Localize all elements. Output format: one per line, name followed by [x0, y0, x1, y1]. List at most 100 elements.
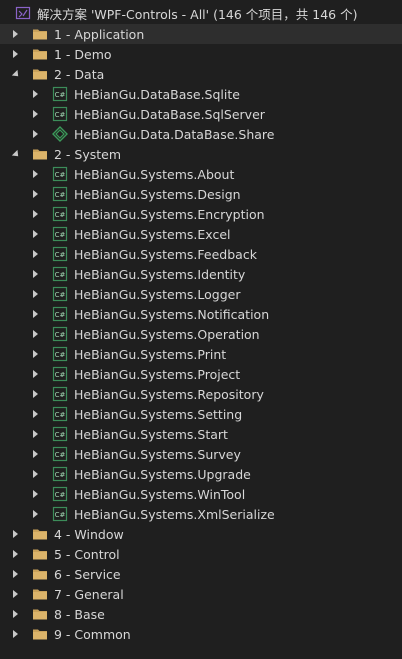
tree-project-node[interactable]: C# HeBianGu.Systems.Excel — [0, 224, 402, 244]
tree-project-node[interactable]: C# HeBianGu.Systems.Logger — [0, 284, 402, 304]
expand-arrow-right-icon[interactable] — [28, 164, 42, 184]
folder-icon — [32, 586, 48, 602]
expand-arrow-right-icon[interactable] — [28, 204, 42, 224]
tree-project-node[interactable]: C# HeBianGu.Systems.Survey — [0, 444, 402, 464]
tree-folder-node[interactable]: 8 - Base — [0, 604, 402, 624]
expand-arrow-down-icon[interactable] — [8, 144, 22, 164]
tree-node-label: 4 - Window — [54, 526, 124, 542]
tree-folder-node[interactable]: 1 - Application — [0, 24, 402, 44]
tree-folder-node[interactable]: 6 - Service — [0, 564, 402, 584]
tree-node-label: HeBianGu.Systems.Print — [74, 346, 227, 362]
tree-project-node[interactable]: C# HeBianGu.Systems.Design — [0, 184, 402, 204]
svg-text:C#: C# — [55, 171, 66, 179]
tree-node-label: 8 - Base — [54, 606, 105, 622]
tree-project-node[interactable]: HeBianGu.Data.DataBase.Share — [0, 124, 402, 144]
expand-arrow-right-icon[interactable] — [8, 44, 22, 64]
tree-project-node[interactable]: C# HeBianGu.Systems.Upgrade — [0, 464, 402, 484]
expand-arrow-right-icon[interactable] — [28, 124, 42, 144]
tree-node-label: HeBianGu.Systems.Repository — [74, 386, 264, 402]
tree-project-node[interactable]: C# HeBianGu.DataBase.Sqlite — [0, 84, 402, 104]
expand-arrow-right-icon[interactable] — [8, 584, 22, 604]
tree-project-node[interactable]: C# HeBianGu.DataBase.SqlServer — [0, 104, 402, 124]
expand-arrow-right-icon[interactable] — [28, 504, 42, 524]
svg-text:C#: C# — [55, 291, 66, 299]
tree-folder-node[interactable]: 2 - System — [0, 144, 402, 164]
expand-arrow-right-icon[interactable] — [28, 404, 42, 424]
expand-arrow-right-icon[interactable] — [8, 624, 22, 644]
expand-arrow-down-icon[interactable] — [8, 64, 22, 84]
csharp-project-icon: C# — [52, 406, 68, 422]
tree-folder-node[interactable]: 4 - Window — [0, 524, 402, 544]
tree-project-node[interactable]: C# HeBianGu.Systems.WinTool — [0, 484, 402, 504]
tree-project-node[interactable]: C# HeBianGu.Systems.Notification — [0, 304, 402, 324]
csharp-project-icon: C# — [52, 366, 68, 382]
expand-arrow-right-icon[interactable] — [28, 244, 42, 264]
csharp-project-icon: C# — [52, 346, 68, 362]
svg-text:C#: C# — [55, 511, 66, 519]
expand-arrow-right-icon[interactable] — [8, 24, 22, 44]
expand-arrow-right-icon[interactable] — [28, 484, 42, 504]
folder-icon — [32, 26, 48, 42]
csharp-project-icon: C# — [52, 506, 68, 522]
expand-arrow-right-icon[interactable] — [8, 564, 22, 584]
tree-folder-node[interactable]: 2 - Data — [0, 64, 402, 84]
svg-text:C#: C# — [55, 411, 66, 419]
svg-text:C#: C# — [55, 491, 66, 499]
tree-project-node[interactable]: C# HeBianGu.Systems.Feedback — [0, 244, 402, 264]
tree-folder-node[interactable]: 1 - Demo — [0, 44, 402, 64]
csharp-project-icon: C# — [52, 466, 68, 482]
tree-node-label: HeBianGu.Systems.Excel — [74, 226, 231, 242]
tree-node-label: 6 - Service — [54, 566, 121, 582]
expand-arrow-right-icon[interactable] — [28, 284, 42, 304]
tree-project-node[interactable]: C# HeBianGu.Systems.Start — [0, 424, 402, 444]
csharp-project-icon: C# — [52, 246, 68, 262]
expand-arrow-right-icon[interactable] — [8, 544, 22, 564]
tree-project-node[interactable]: C# HeBianGu.Systems.About — [0, 164, 402, 184]
expand-arrow-right-icon[interactable] — [8, 524, 22, 544]
svg-text:C#: C# — [55, 451, 66, 459]
csharp-project-icon: C# — [52, 286, 68, 302]
tree-project-node[interactable]: C# HeBianGu.Systems.Project — [0, 364, 402, 384]
tree-folder-node[interactable]: 5 - Control — [0, 544, 402, 564]
expand-arrow-right-icon[interactable] — [28, 104, 42, 124]
expand-arrow-right-icon[interactable] — [28, 264, 42, 284]
tree-node-label: HeBianGu.Systems.Setting — [74, 406, 243, 422]
expand-arrow-right-icon[interactable] — [28, 444, 42, 464]
expand-arrow-right-icon[interactable] — [28, 364, 42, 384]
tree-node-label: HeBianGu.Systems.Project — [74, 366, 241, 382]
tree-project-node[interactable]: C# HeBianGu.Systems.XmlSerialize — [0, 504, 402, 524]
tree-node-label: HeBianGu.Systems.About — [74, 166, 235, 182]
expand-arrow-right-icon[interactable] — [28, 84, 42, 104]
csharp-project-icon: C# — [52, 266, 68, 282]
expand-arrow-right-icon[interactable] — [28, 224, 42, 244]
expand-arrow-right-icon[interactable] — [28, 304, 42, 324]
expand-arrow-right-icon[interactable] — [28, 384, 42, 404]
csharp-project-icon: C# — [52, 446, 68, 462]
expand-arrow-right-icon[interactable] — [28, 344, 42, 364]
expand-arrow-right-icon[interactable] — [28, 324, 42, 344]
expand-arrow-right-icon[interactable] — [28, 464, 42, 484]
tree-node-label: HeBianGu.Systems.Survey — [74, 446, 241, 462]
tree-project-node[interactable]: C# HeBianGu.Systems.Identity — [0, 264, 402, 284]
csharp-project-icon: C# — [52, 326, 68, 342]
solution-node[interactable]: 解决方案 'WPF-Controls - All' (146 个项目，共 146… — [0, 2, 402, 24]
folder-icon — [32, 66, 48, 82]
tree-node-label: 5 - Control — [54, 546, 120, 562]
expand-arrow-right-icon[interactable] — [28, 184, 42, 204]
csharp-project-icon: C# — [52, 186, 68, 202]
expand-arrow-right-icon[interactable] — [8, 604, 22, 624]
tree-project-node[interactable]: C# HeBianGu.Systems.Encryption — [0, 204, 402, 224]
svg-text:C#: C# — [55, 391, 66, 399]
tree-project-node[interactable]: C# HeBianGu.Systems.Setting — [0, 404, 402, 424]
folder-icon — [32, 566, 48, 582]
svg-text:C#: C# — [55, 431, 66, 439]
tree-project-node[interactable]: C# HeBianGu.Systems.Operation — [0, 324, 402, 344]
tree-project-node[interactable]: C# HeBianGu.Systems.Print — [0, 344, 402, 364]
tree-folder-node[interactable]: 9 - Common — [0, 624, 402, 644]
svg-text:C#: C# — [55, 91, 66, 99]
svg-text:C#: C# — [55, 471, 66, 479]
tree-folder-node[interactable]: 7 - General — [0, 584, 402, 604]
csharp-project-icon: C# — [52, 226, 68, 242]
expand-arrow-right-icon[interactable] — [28, 424, 42, 444]
tree-project-node[interactable]: C# HeBianGu.Systems.Repository — [0, 384, 402, 404]
